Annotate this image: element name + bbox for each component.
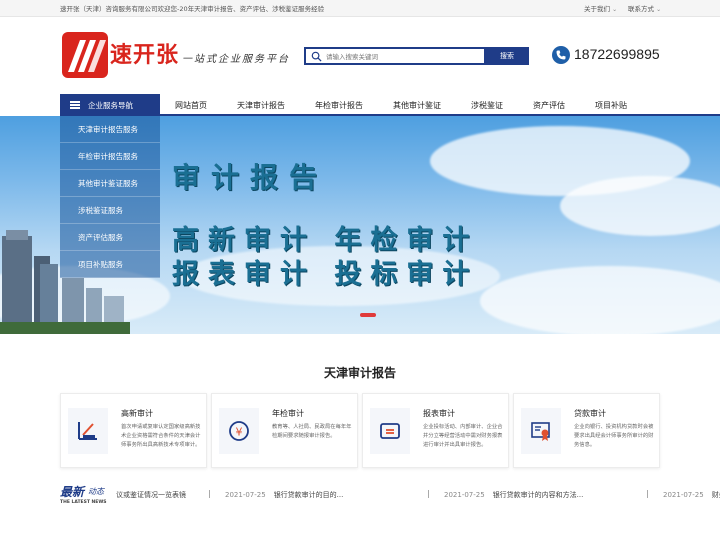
logo-mark[interactable] — [62, 32, 108, 78]
chevron-down-icon: ⌄ — [656, 6, 662, 13]
phone-number[interactable]: 18722699895 — [574, 46, 660, 62]
card-title: 年检审计 — [272, 409, 304, 418]
welcome-text: 速开张（天津）咨询服务有限公司欢迎您-20年天津审计报告、资产评估、涉税鉴证服务… — [60, 5, 325, 13]
cloud — [480, 266, 720, 334]
nav-item-asset[interactable]: 资产评估 — [533, 100, 565, 111]
search-box — [304, 47, 486, 65]
logo-text[interactable]: 速开张 — [110, 37, 179, 69]
news-divider — [647, 490, 648, 498]
card-desc: 首次申请或复审认定国家级高新技术企业资格需符合条件的天津会计师事务所出具高新技术… — [121, 424, 201, 448]
nav-item-tianjin-audit[interactable]: 天津审计报告 — [237, 100, 285, 111]
news-item[interactable]: 议或鉴证情况一览表镜 — [116, 490, 186, 500]
cloud — [560, 176, 720, 236]
section-title: 天津审计报告 — [323, 366, 396, 380]
phone-icon — [552, 46, 570, 64]
side-menu-item[interactable]: 资产评估服务 — [60, 224, 160, 251]
news-item[interactable]: 2021-07-25 银行贷款审计的内容和方法... — [444, 490, 583, 500]
certificate-icon — [521, 408, 561, 454]
side-menu-item[interactable]: 年检审计报告服务 — [60, 143, 160, 170]
side-menu-item[interactable]: 其他审计鉴证服务 — [60, 170, 160, 197]
news-divider — [428, 490, 429, 498]
about-us-link[interactable]: 关于我们 ⌄ — [584, 3, 617, 13]
menu-icon — [70, 101, 80, 109]
svg-text:¥: ¥ — [236, 426, 243, 439]
banner-line-2: 报表审计 投标审计 — [172, 259, 479, 290]
yuan-coin-icon: ¥ — [219, 408, 259, 454]
service-side-menu: 天津审计报告服务 年检审计报告服务 其他审计鉴证服务 涉税鉴证服务 资产评估服务… — [60, 116, 160, 278]
slogan: 一站式企业服务平台 — [182, 54, 290, 65]
carousel-indicator[interactable] — [360, 313, 376, 317]
nav-item-other-audit[interactable]: 其他审计鉴证 — [393, 100, 441, 111]
service-card[interactable]: 高新审计 首次申请或复审认定国家级高新技术企业资格需符合条件的天津会计师事务所出… — [60, 393, 207, 468]
nav-item-annual-audit[interactable]: 年检审计报告 — [315, 100, 363, 111]
search-input[interactable] — [326, 50, 484, 63]
service-card[interactable]: ¥ 年检审计 教育等、人社局、民政局在每年年检期间要求随报审计报告。 — [211, 393, 358, 468]
search-icon — [311, 51, 322, 62]
latest-news-logo: 最新 动态 THE LATEST NEWS — [60, 485, 107, 505]
side-menu-item[interactable]: 涉税鉴证服务 — [60, 197, 160, 224]
news-divider — [209, 490, 210, 498]
main-nav: 企业服务导航 网站首页 天津审计报告 年检审计报告 其他审计鉴证 涉税鉴证 资产… — [0, 94, 720, 116]
service-nav-toggle[interactable]: 企业服务导航 — [60, 94, 160, 116]
card-desc: 企业向银行、投资机构贷款时会被要求出具经会计师事务所审计的财务信息。 — [574, 424, 654, 448]
nav-item-subsidy[interactable]: 项目补贴 — [595, 100, 627, 111]
news-item[interactable]: 2021-07-25财务 — [663, 490, 720, 500]
service-card[interactable]: 报表审计 企业投标活动、内部审计、企业合并分立等经营活动中需对财务报表进行审计并… — [362, 393, 509, 468]
side-menu-item[interactable]: 项目补贴服务 — [60, 251, 160, 278]
card-title: 贷款审计 — [574, 409, 606, 418]
card-desc: 企业投标活动、内部审计、企业合并分立等经营活动中需对财务报表进行审计并出具审计报… — [423, 424, 503, 448]
card-desc: 教育等、人社局、民政局在每年年检期间要求随报审计报告。 — [272, 424, 352, 439]
report-card-icon — [370, 408, 410, 454]
news-item[interactable]: 2021-07-25 银行贷款审计的目的... — [225, 490, 343, 500]
banner-title: 审计报告 — [172, 161, 329, 194]
card-title: 报表审计 — [423, 409, 455, 418]
top-bar: 速开张（天津）咨询服务有限公司欢迎您-20年天津审计报告、资产评估、涉税鉴证服务… — [0, 0, 720, 17]
chevron-down-icon: ⌄ — [612, 6, 618, 13]
nav-item-home[interactable]: 网站首页 — [175, 100, 207, 111]
nav-item-tax[interactable]: 涉税鉴证 — [471, 100, 503, 111]
service-card[interactable]: 贷款审计 企业向银行、投资机构贷款时会被要求出具经会计师事务所审计的财务信息。 — [513, 393, 660, 468]
search-button[interactable]: 搜索 — [485, 47, 529, 65]
chart-pen-icon — [68, 408, 108, 454]
card-title: 高新审计 — [121, 409, 153, 418]
side-menu-item[interactable]: 天津审计报告服务 — [60, 116, 160, 143]
contact-link[interactable]: 联系方式 ⌄ — [628, 3, 661, 13]
